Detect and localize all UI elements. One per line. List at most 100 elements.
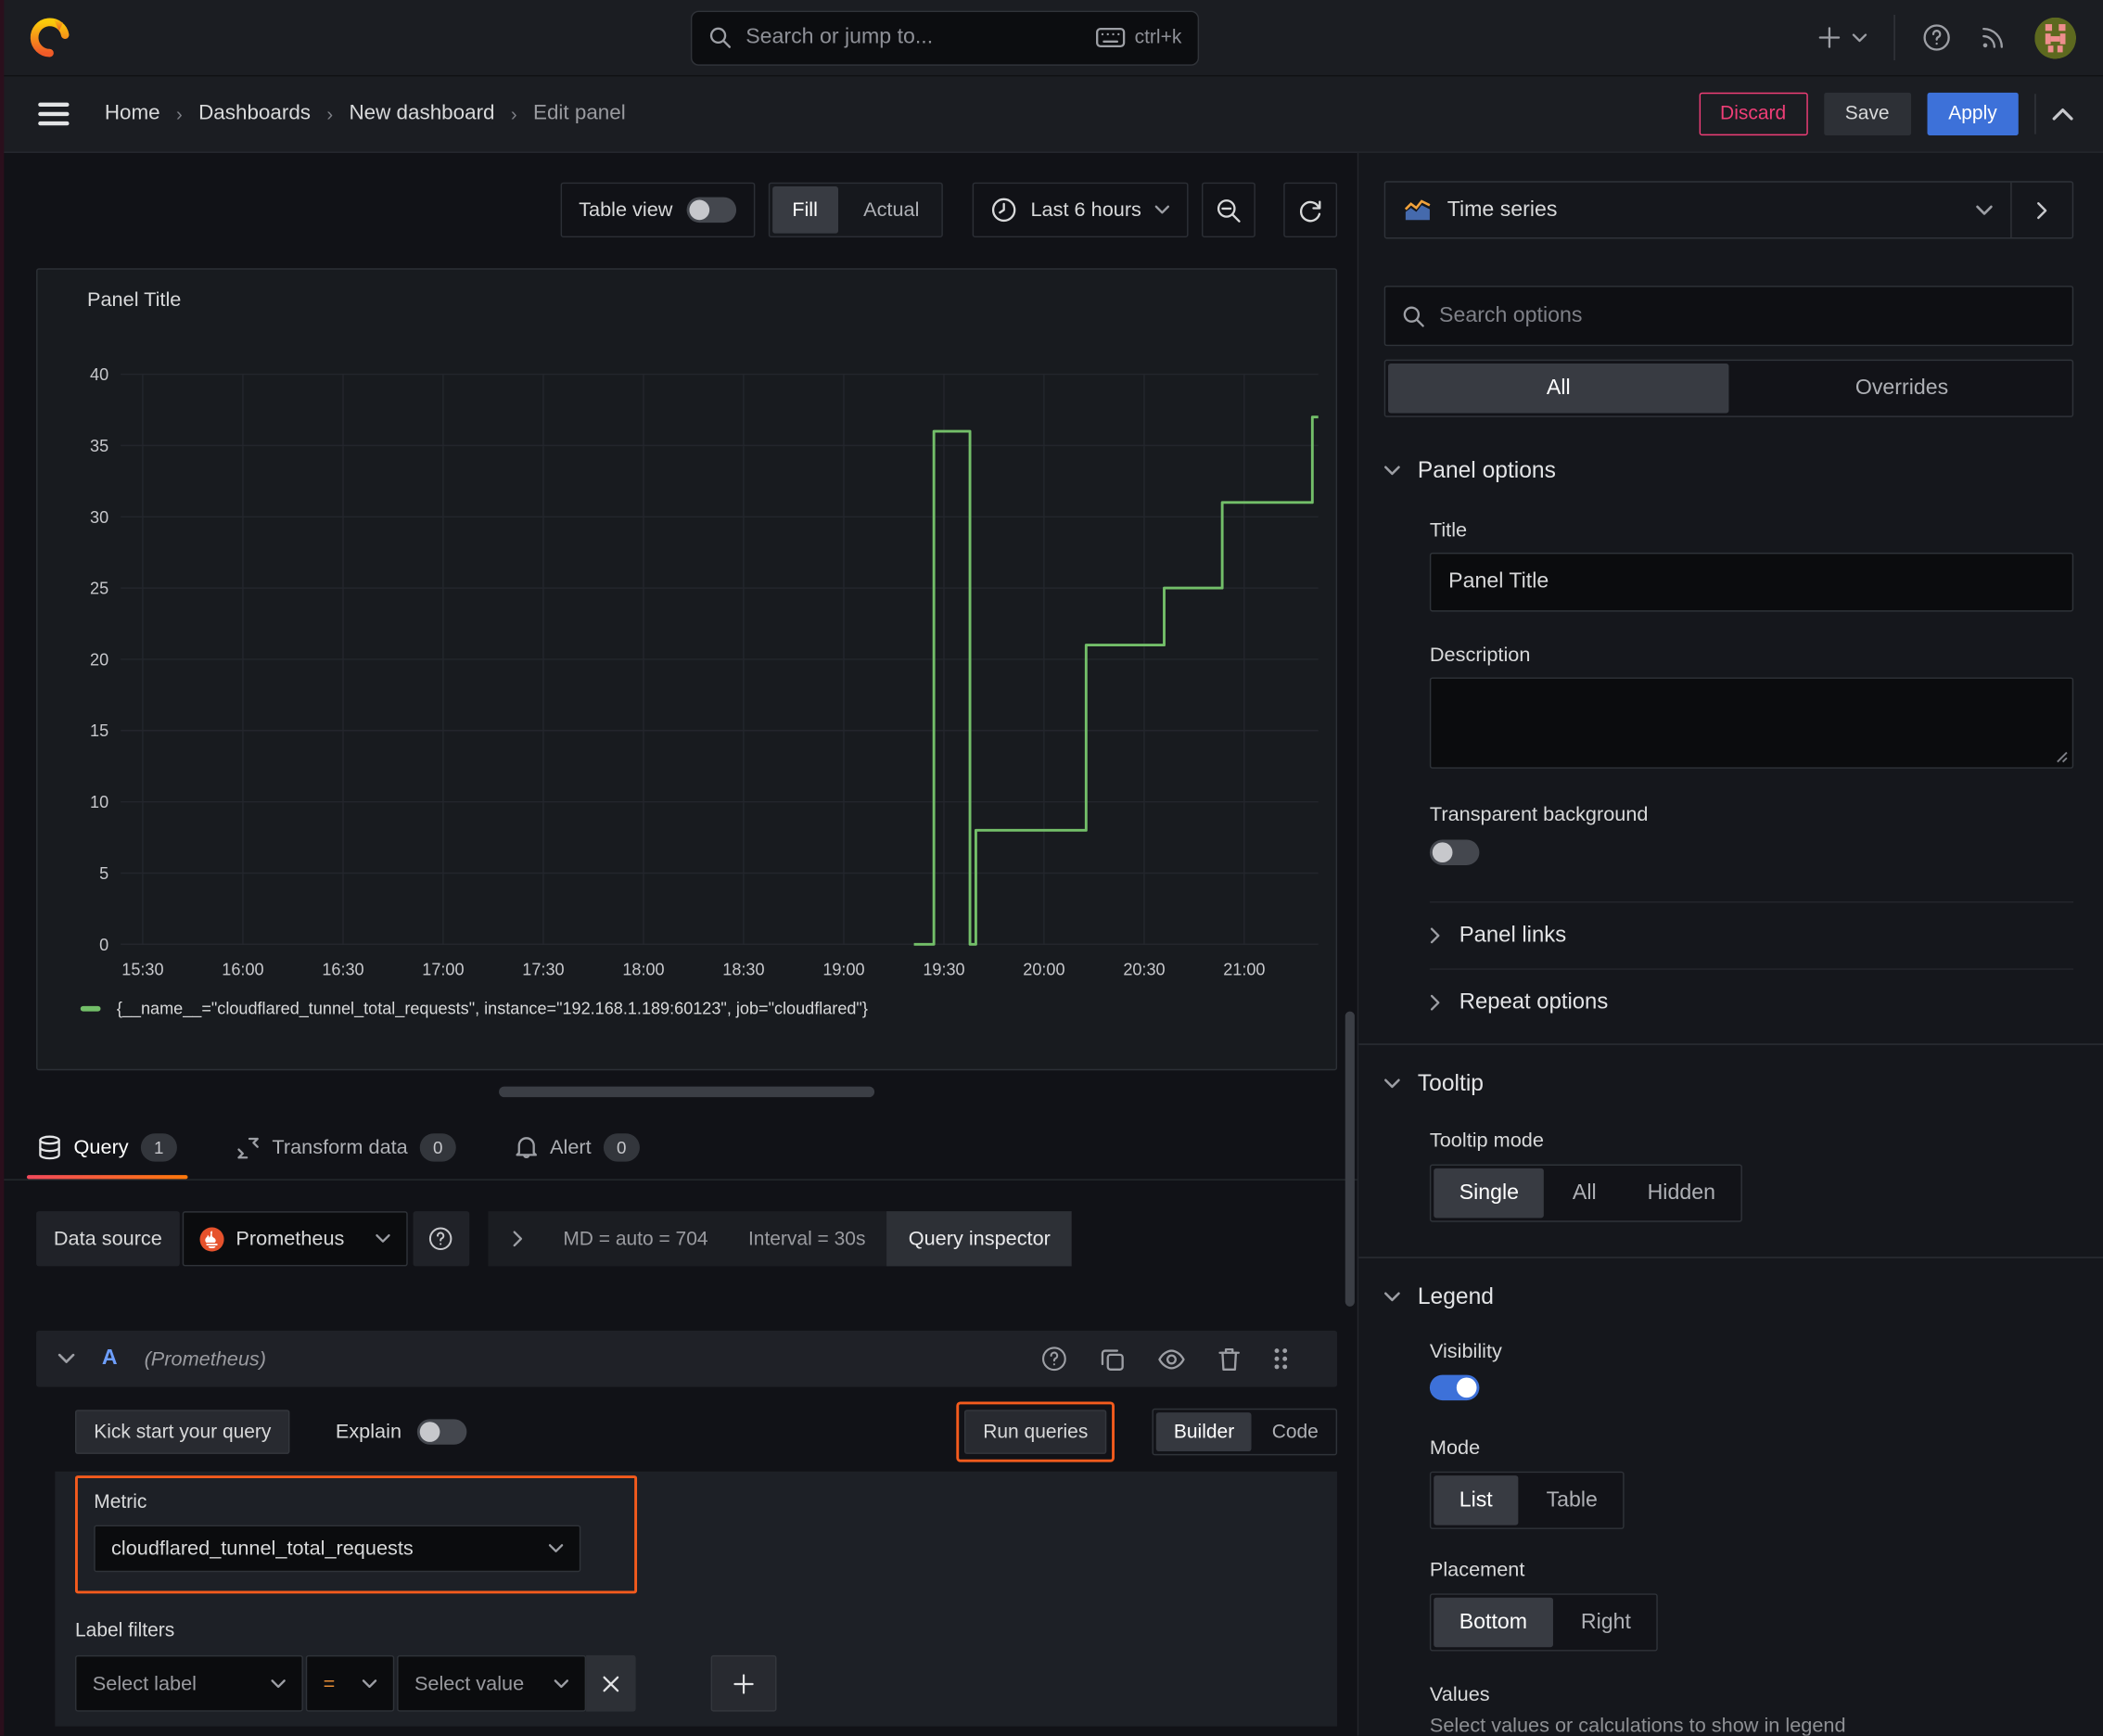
- tab-transform-data[interactable]: Transform data 0: [236, 1116, 456, 1179]
- search-icon: [708, 25, 733, 49]
- table-view-toggle[interactable]: [685, 197, 736, 223]
- legend-table-option[interactable]: Table: [1521, 1473, 1623, 1527]
- select-value-dropdown[interactable]: Select value: [397, 1654, 587, 1712]
- actual-option[interactable]: Actual: [841, 184, 942, 236]
- chevron-right-icon: [2037, 201, 2047, 219]
- panel-options-header[interactable]: Panel options: [1384, 457, 2073, 484]
- toggle-visibility-icon[interactable]: [1157, 1348, 1185, 1369]
- builder-code-segmented: Builder Code: [1152, 1408, 1338, 1456]
- save-button[interactable]: Save: [1823, 92, 1911, 136]
- search-placeholder: Search or jump to...: [746, 25, 934, 49]
- legend-list-option[interactable]: List: [1434, 1475, 1519, 1525]
- legend-header[interactable]: Legend: [1384, 1283, 2073, 1310]
- delete-query-icon[interactable]: [1217, 1346, 1241, 1371]
- visualization-suggestions-button[interactable]: [2010, 182, 2072, 238]
- vertical-scrollbar[interactable]: [1345, 1011, 1355, 1307]
- panel-toolbar: Table view Fill Actual Last 6 hours: [0, 181, 1357, 238]
- tooltip-hidden-option[interactable]: Hidden: [1622, 1166, 1740, 1220]
- collapse-options-icon[interactable]: [2052, 108, 2073, 121]
- top-bar: Search or jump to... ctrl+k: [0, 0, 2103, 77]
- select-label-dropdown[interactable]: Select label: [74, 1654, 303, 1712]
- legend-mode-segmented: List Table: [1429, 1471, 1625, 1529]
- chevron-down-icon: [362, 1679, 377, 1688]
- chevron-down-icon: [554, 1679, 568, 1688]
- breadcrumb-separator: ›: [510, 103, 517, 125]
- chevron-right-icon: [513, 1231, 522, 1247]
- repeat-options-section[interactable]: Repeat options: [1430, 970, 2073, 1036]
- legend-visibility-toggle[interactable]: [1429, 1374, 1480, 1401]
- chevron-down-icon: [1384, 1079, 1400, 1089]
- grafana-logo-icon[interactable]: [27, 15, 72, 60]
- duplicate-query-icon[interactable]: [1100, 1346, 1125, 1371]
- visualization-select[interactable]: Time series: [1385, 183, 2010, 237]
- clock-icon: [992, 198, 1017, 223]
- query-help-icon[interactable]: [1040, 1346, 1067, 1372]
- panel-title-input[interactable]: Panel Title: [1429, 552, 2074, 612]
- title-field-label: Title: [1429, 518, 1468, 542]
- tab-alert[interactable]: Alert 0: [515, 1116, 640, 1179]
- data-source-help-button[interactable]: [413, 1211, 470, 1267]
- time-range-picker[interactable]: Last 6 hours: [973, 182, 1189, 238]
- zoom-out-button[interactable]: [1201, 182, 1255, 238]
- legend-bottom-option[interactable]: Bottom: [1434, 1597, 1553, 1648]
- tooltip-all-option[interactable]: All: [1547, 1166, 1622, 1220]
- svg-text:16:30: 16:30: [322, 961, 363, 979]
- breadcrumb-home[interactable]: Home: [105, 102, 160, 126]
- chevron-down-icon: [1384, 466, 1400, 476]
- panel-links-section[interactable]: Panel links: [1430, 902, 2073, 968]
- remove-filter-button[interactable]: [586, 1654, 636, 1712]
- resize-handle-icon[interactable]: [2055, 750, 2068, 763]
- svg-text:20: 20: [90, 650, 108, 669]
- breadcrumb-dashboards[interactable]: Dashboards: [198, 102, 311, 126]
- menu-icon[interactable]: [37, 100, 70, 127]
- legend-series-label[interactable]: {__name__="cloudflared_tunnel_total_requ…: [117, 1000, 868, 1018]
- label-filters-label: Label filters: [74, 1620, 175, 1642]
- discard-button[interactable]: Discard: [1698, 92, 1808, 136]
- operator-dropdown[interactable]: =: [305, 1654, 395, 1712]
- tooltip-single-option[interactable]: Single: [1434, 1168, 1545, 1219]
- breadcrumb-new-dashboard[interactable]: New dashboard: [349, 102, 494, 126]
- legend-right-option[interactable]: Right: [1555, 1595, 1656, 1650]
- metric-select[interactable]: cloudflared_tunnel_total_requests: [94, 1525, 581, 1573]
- query-options-strip[interactable]: MD = auto = 704 Interval = 30s: [488, 1211, 890, 1267]
- breadcrumb-separator: ›: [326, 103, 334, 125]
- kick-start-button[interactable]: Kick start your query: [74, 1410, 290, 1454]
- add-filter-button[interactable]: [710, 1654, 777, 1712]
- chevron-down-icon: [548, 1544, 564, 1552]
- data-source-picker[interactable]: Prometheus: [182, 1211, 408, 1267]
- panel-edit-main: Table view Fill Actual Last 6 hours Pane…: [0, 153, 1357, 1736]
- query-row-header[interactable]: A (Prometheus): [36, 1330, 1338, 1387]
- svg-text:5: 5: [99, 864, 108, 883]
- explain-toggle[interactable]: [417, 1419, 467, 1445]
- code-option[interactable]: Code: [1255, 1410, 1336, 1454]
- svg-text:35: 35: [90, 437, 108, 455]
- tab-all[interactable]: All: [1388, 363, 1729, 414]
- apply-button[interactable]: Apply: [1927, 92, 2019, 136]
- breadcrumb-bar: Home › Dashboards › New dashboard › Edit…: [0, 76, 2103, 153]
- panel-resize-handle[interactable]: [499, 1086, 875, 1098]
- builder-option[interactable]: Builder: [1156, 1412, 1252, 1452]
- news-rss-icon[interactable]: [1978, 23, 2007, 53]
- tab-overrides[interactable]: Overrides: [1731, 361, 2071, 415]
- global-search-input[interactable]: Search or jump to... ctrl+k: [690, 9, 1200, 66]
- tooltip-mode-segmented: Single All Hidden: [1429, 1164, 1742, 1222]
- query-count-badge: 1: [140, 1133, 177, 1162]
- user-avatar[interactable]: [2034, 17, 2077, 58]
- panel-options-title: Panel options: [1417, 457, 1556, 483]
- legend-series-swatch: [80, 1005, 101, 1012]
- fill-option[interactable]: Fill: [771, 186, 838, 234]
- options-search-input[interactable]: Search options: [1383, 286, 2074, 347]
- refresh-button[interactable]: [1283, 182, 1338, 238]
- transparent-bg-toggle[interactable]: [1429, 839, 1480, 865]
- tab-query[interactable]: Query 1: [26, 1116, 188, 1180]
- run-queries-button[interactable]: Run queries: [963, 1410, 1107, 1454]
- description-textarea[interactable]: [1429, 677, 2074, 769]
- tooltip-header[interactable]: Tooltip: [1384, 1070, 2073, 1097]
- add-button[interactable]: [1817, 25, 1867, 49]
- select-label-placeholder: Select label: [92, 1671, 197, 1695]
- svg-text:16:00: 16:00: [222, 961, 263, 979]
- query-inspector-button[interactable]: Query inspector: [886, 1211, 1073, 1267]
- keyboard-icon: [1095, 27, 1126, 48]
- help-icon[interactable]: [1922, 23, 1952, 53]
- drag-handle-icon[interactable]: [1273, 1347, 1289, 1371]
